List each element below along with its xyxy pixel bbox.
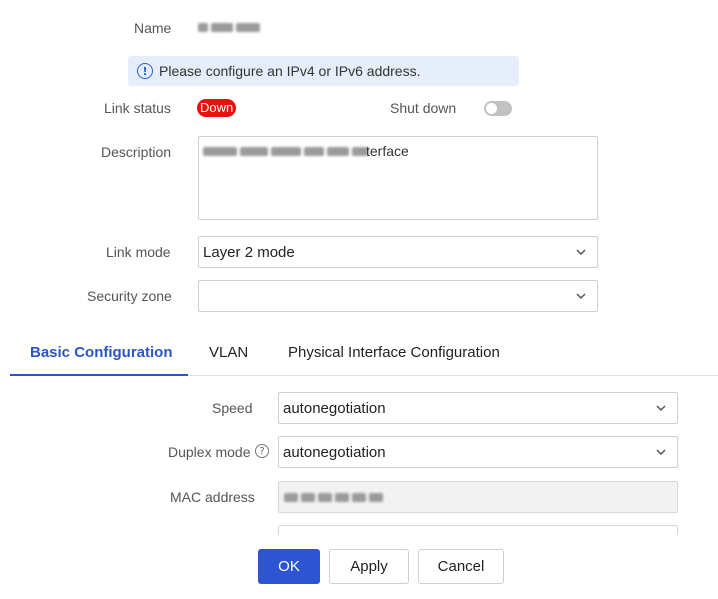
link-mode-select[interactable]: Layer 2 mode — [198, 236, 598, 268]
speed-select[interactable]: autonegotiation — [278, 392, 678, 424]
name-label: Name — [134, 20, 172, 36]
name-value-redacted — [198, 23, 260, 32]
toggle-knob — [486, 103, 497, 114]
chevron-down-icon — [656, 449, 666, 456]
mac-address-redacted — [284, 493, 383, 502]
chevron-down-icon — [576, 249, 586, 256]
tab-vlan[interactable]: VLAN — [209, 344, 248, 361]
description-textarea[interactable]: terface — [198, 136, 598, 220]
description-label: Description — [101, 144, 172, 160]
tab-physical-interface-configuration[interactable]: Physical Interface Configuration — [288, 344, 500, 361]
apply-button[interactable]: Apply — [329, 549, 409, 584]
tab-basic-configuration[interactable]: Basic Configuration — [30, 344, 173, 361]
ok-button[interactable]: OK — [258, 549, 320, 584]
description-redacted-text — [203, 147, 368, 156]
next-field-partial[interactable] — [278, 525, 678, 535]
duplex-mode-select[interactable]: autonegotiation — [278, 436, 678, 468]
mac-address-field — [278, 481, 678, 513]
speed-label: Speed — [212, 400, 253, 416]
link-mode-value: Layer 2 mode — [203, 243, 295, 261]
info-banner: ! Please configure an IPv4 or IPv6 addre… — [128, 56, 519, 86]
description-text: terface — [366, 143, 409, 159]
active-tab-indicator — [10, 374, 188, 376]
security-zone-label: Security zone — [87, 288, 172, 304]
link-status-label: Link status — [104, 100, 171, 116]
duplex-mode-value: autonegotiation — [283, 443, 386, 461]
speed-value: autonegotiation — [283, 399, 386, 417]
mac-address-label: MAC address — [170, 489, 255, 505]
link-status-badge: Down — [197, 99, 237, 117]
info-message: Please configure an IPv4 or IPv6 address… — [159, 63, 421, 79]
duplex-mode-label: Duplex mode — [168, 444, 251, 460]
chevron-down-icon — [656, 405, 666, 412]
security-zone-select[interactable] — [198, 280, 598, 312]
shut-down-label: Shut down — [390, 100, 457, 116]
link-mode-label: Link mode — [106, 244, 171, 260]
shut-down-toggle[interactable] — [484, 101, 512, 116]
cancel-button[interactable]: Cancel — [418, 549, 504, 584]
chevron-down-icon — [576, 293, 586, 300]
info-icon: ! — [137, 63, 153, 79]
help-icon[interactable]: ? — [255, 444, 269, 458]
